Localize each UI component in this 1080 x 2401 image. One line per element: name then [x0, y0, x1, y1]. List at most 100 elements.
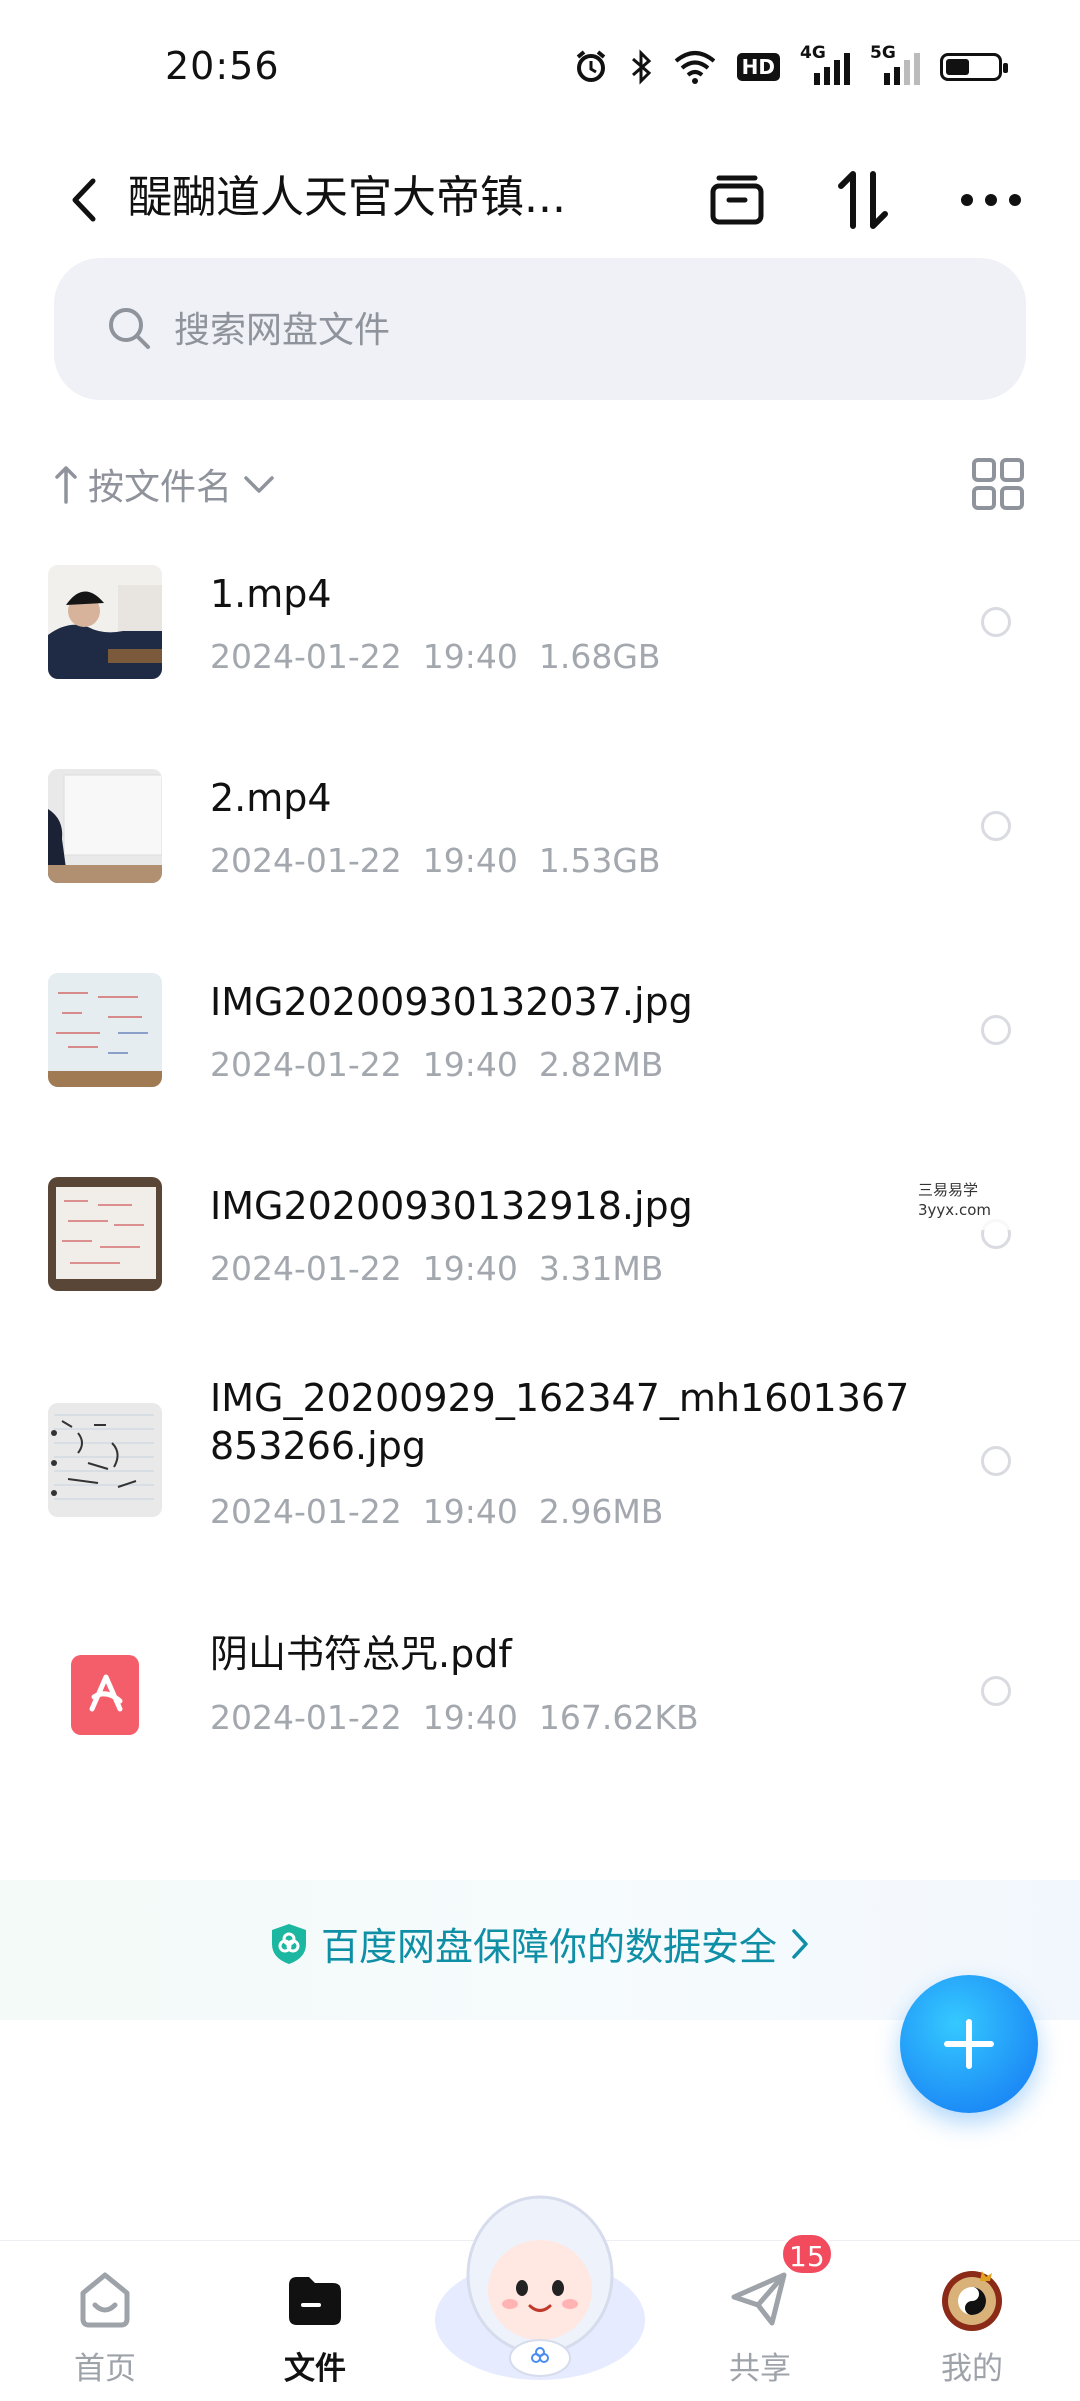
nav-item-home[interactable]: 首页 — [40, 2253, 170, 2393]
file-row[interactable]: 2.mp4 2024-01-22 19:40 1.53GB — [0, 744, 1080, 944]
watermark-line1: 三易易学 — [918, 1181, 979, 1199]
image-thumbnail — [48, 973, 162, 1087]
file-date: 2024-01-22 — [210, 1249, 402, 1288]
sort-button[interactable]: 按文件名 — [54, 448, 276, 520]
share-icon — [731, 2272, 787, 2326]
archive-icon — [710, 175, 764, 225]
battery-level — [946, 59, 969, 75]
file-size: 1.53GB — [538, 841, 661, 880]
signal-4g-icon: 4G — [800, 43, 850, 87]
mascot-icon — [435, 2195, 645, 2380]
net-5g-text: 5G — [870, 43, 896, 63]
grid-view-icon — [972, 458, 1024, 510]
alarm-icon — [573, 49, 609, 85]
file-name: 阴山书符总咒.pdf — [210, 1632, 512, 1676]
file-meta: 2024-01-22 19:40 167.62KB — [210, 1698, 699, 1737]
file-time: 19:40 — [422, 1492, 518, 1531]
file-meta: 2024-01-22 19:40 1.68GB — [210, 637, 661, 676]
file-date: 2024-01-22 — [210, 1045, 402, 1084]
file-size: 167.62KB — [538, 1698, 699, 1737]
back-icon — [72, 178, 96, 222]
file-row[interactable]: IMG_20200929_162347_mh1601367853266.jpg … — [0, 1356, 1080, 1602]
file-date: 2024-01-22 — [210, 841, 402, 880]
search-bar[interactable] — [54, 258, 1026, 400]
file-name: IMG20200930132037.jpg — [210, 980, 693, 1024]
file-name: 1.mp4 — [210, 572, 332, 616]
hd-icon: HD — [736, 53, 780, 81]
search-icon — [109, 308, 150, 349]
archive-button[interactable] — [692, 155, 782, 245]
status-bar: 20:56 HD 4G 5G — [0, 0, 1080, 135]
select-radio[interactable] — [981, 607, 1011, 637]
file-row[interactable]: IMG20200930132037.jpg 2024-01-22 19:40 2… — [0, 948, 1080, 1148]
image-thumbnail — [48, 1177, 162, 1291]
select-radio[interactable] — [981, 1015, 1011, 1045]
file-time: 19:40 — [422, 1045, 518, 1084]
pdf-icon — [48, 1639, 162, 1753]
transfer-button[interactable] — [818, 155, 908, 245]
grid-view-button[interactable] — [970, 456, 1026, 512]
file-name: IMG20200930132918.jpg — [210, 1184, 693, 1228]
nav-label-profile: 我的 — [941, 2351, 1003, 2387]
more-button[interactable] — [946, 155, 1036, 245]
file-row[interactable]: 阴山书符总咒.pdf 2024-01-22 19:40 167.62KB — [0, 1606, 1080, 1786]
shield-icon — [271, 1923, 306, 1964]
nav-item-profile[interactable]: 我的 — [907, 2253, 1037, 2393]
transfer-icon — [838, 171, 888, 229]
more-icon — [961, 194, 1021, 206]
chevron-right-icon — [792, 1928, 808, 1959]
video-thumbnail — [48, 769, 162, 883]
select-radio[interactable] — [981, 1676, 1011, 1706]
file-name: IMG_20200929_162347_mh1601367853266.jpg — [210, 1376, 910, 1468]
plus-icon — [944, 2019, 994, 2069]
nav-label-files: 文件 — [284, 2351, 346, 2387]
file-size: 3.31MB — [538, 1249, 664, 1288]
share-badge: 15 — [780, 2232, 834, 2276]
avatar — [942, 2271, 1002, 2331]
folder-icon — [289, 2277, 341, 2325]
watermark-line2: 3yyx.com — [918, 1201, 991, 1219]
net-4g-text: 4G — [800, 43, 826, 63]
select-radio[interactable] — [981, 811, 1011, 841]
header: 醍醐道人天官大帝镇... — [0, 135, 1080, 265]
file-time: 19:40 — [422, 637, 518, 676]
wifi-icon — [673, 49, 717, 85]
page-title: 醍醐道人天官大帝镇... — [128, 172, 566, 223]
nav-label-share: 共享 — [729, 2351, 791, 2387]
file-meta: 2024-01-22 19:40 2.82MB — [210, 1045, 663, 1084]
sort-row: 按文件名 — [54, 448, 1026, 520]
image-thumbnail — [48, 1403, 162, 1517]
hd-text: HD — [736, 53, 780, 81]
add-button[interactable] — [900, 1975, 1038, 2113]
video-thumbnail — [48, 565, 162, 679]
file-time: 19:40 — [422, 841, 518, 880]
bluetooth-icon — [629, 49, 653, 85]
file-time: 19:40 — [422, 1249, 518, 1288]
search-input[interactable] — [172, 294, 976, 366]
file-meta: 2024-01-22 19:40 3.31MB — [210, 1249, 663, 1288]
status-time: 20:56 — [165, 44, 280, 88]
file-name: 2.mp4 — [210, 776, 332, 820]
mascot-button[interactable] — [430, 2170, 650, 2380]
file-date: 2024-01-22 — [210, 637, 402, 676]
file-size: 2.82MB — [538, 1045, 664, 1084]
file-time: 19:40 — [422, 1698, 518, 1737]
file-meta: 2024-01-22 19:40 2.96MB — [210, 1492, 663, 1531]
nav-label-home: 首页 — [74, 2351, 136, 2387]
arrow-up-icon — [55, 466, 77, 504]
safety-text: 百度网盘保障你的数据安全 — [320, 1925, 777, 1969]
file-meta: 2024-01-22 19:40 1.53GB — [210, 841, 661, 880]
signal-5g-icon: 5G — [870, 43, 920, 87]
nav-item-files[interactable]: 文件 — [250, 2253, 380, 2393]
file-row[interactable]: 1.mp4 2024-01-22 19:40 1.68GB — [0, 540, 1080, 740]
chevron-down-icon — [244, 476, 274, 493]
battery-icon — [940, 53, 1008, 81]
back-button[interactable] — [50, 155, 120, 245]
file-date: 2024-01-22 — [210, 1492, 402, 1531]
file-size: 1.68GB — [538, 637, 661, 676]
watermark: 三易易学 3yyx.com — [918, 1180, 1068, 1230]
status-icons: HD 4G 5G — [573, 43, 1008, 90]
select-radio[interactable] — [981, 1446, 1011, 1476]
file-date: 2024-01-22 — [210, 1698, 402, 1737]
home-icon — [80, 2272, 130, 2328]
